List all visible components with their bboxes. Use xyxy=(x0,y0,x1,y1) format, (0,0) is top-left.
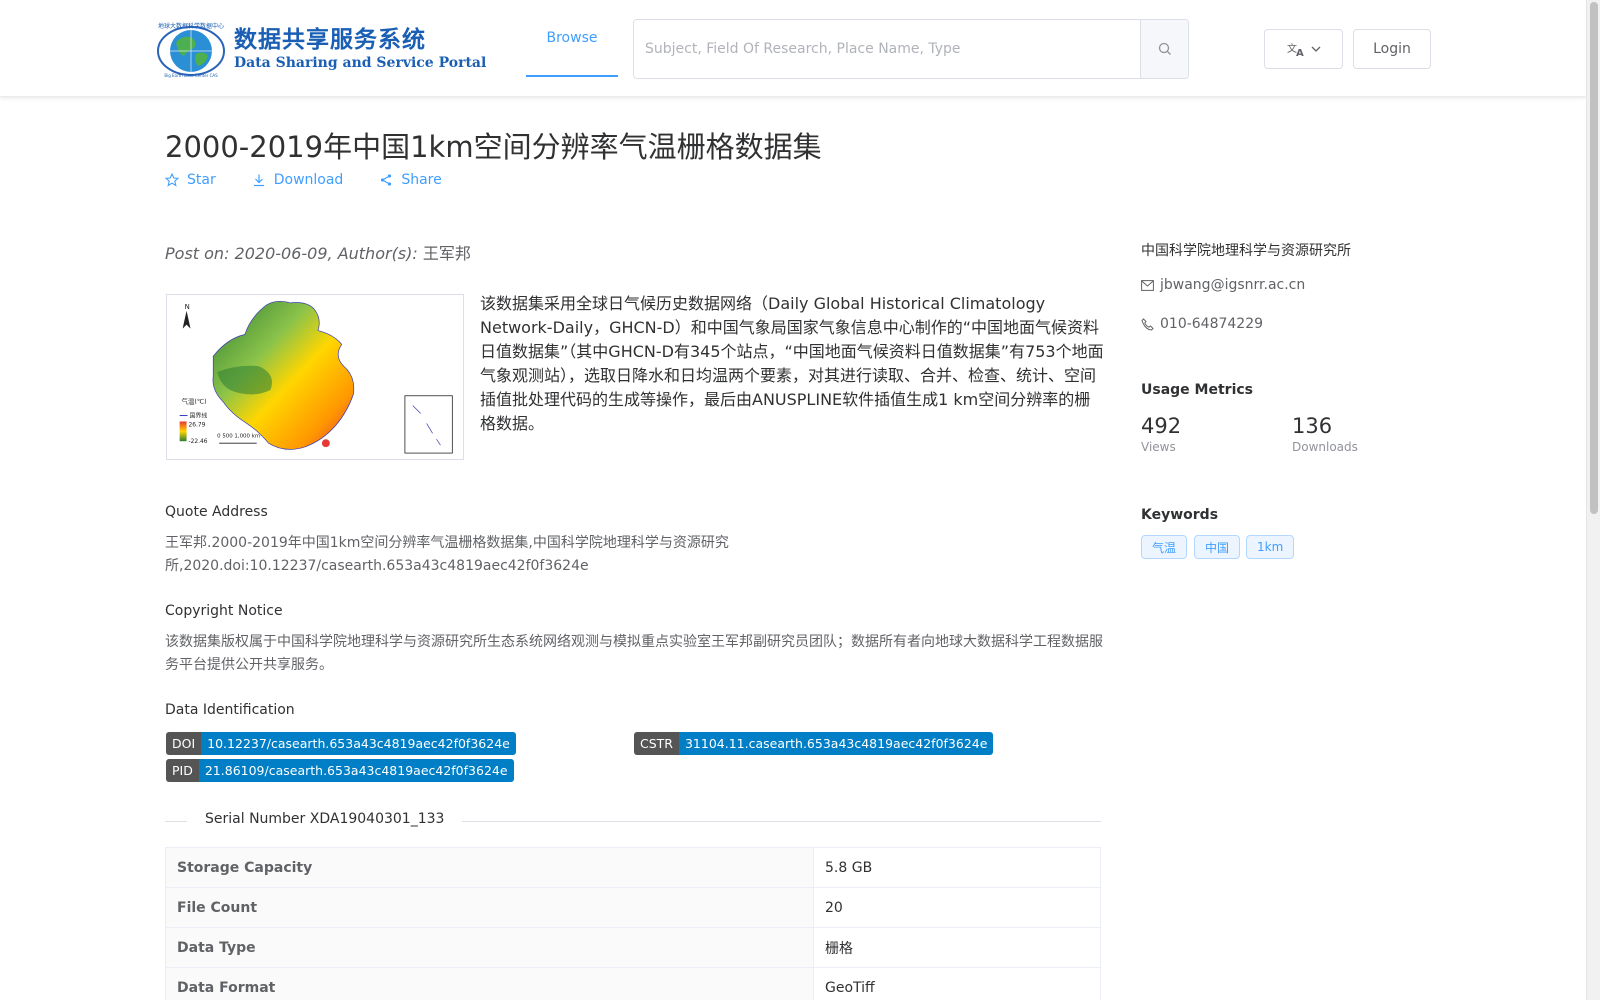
views-metric: 492 Views xyxy=(1141,414,1181,454)
dataset-actions: Star Download Share xyxy=(165,172,442,188)
svg-text:-22.46: -22.46 xyxy=(189,439,208,445)
mail-icon xyxy=(1141,279,1154,291)
cstr-badge-value: 31104.11.casearth.653a43c4819aec42f0f362… xyxy=(678,732,994,755)
logo-title-en: Data Sharing and Service Portal xyxy=(234,55,487,71)
doi-badge[interactable]: DOI 10.12237/casearth.653a43c4819aec42f0… xyxy=(166,732,516,755)
page-scrollbar[interactable] xyxy=(1586,0,1600,1000)
top-header: 地球大数据科学数据中心 Big Earth Data Center CAS 数据… xyxy=(0,0,1586,97)
search-input[interactable] xyxy=(634,20,1140,78)
downloads-metric: 136 Downloads xyxy=(1292,414,1358,454)
quote-address-label: Quote Address xyxy=(165,504,268,520)
metadata-table: Storage Capacity 5.8 GB File Count 20 Da… xyxy=(165,847,1101,1000)
chevron-down-icon xyxy=(1311,46,1320,52)
svg-text:国界线: 国界线 xyxy=(190,412,208,420)
table-row: File Count 20 xyxy=(165,887,1101,928)
keyword-tag[interactable]: 中国 xyxy=(1194,535,1241,559)
downloads-count: 136 xyxy=(1292,414,1333,438)
table-value: GeoTiff xyxy=(813,967,1101,1000)
download-button[interactable]: Download xyxy=(252,172,344,188)
organization-name: 中国科学院地理科学与资源研究所 xyxy=(1141,243,1351,259)
serial-number: Serial Number XDA19040301_133 xyxy=(187,811,463,827)
table-row: Data Type 栅格 xyxy=(165,927,1101,968)
svg-text:Big Earth Data Center CAS: Big Earth Data Center CAS xyxy=(164,73,218,78)
phone-text: 010-64874229 xyxy=(1160,316,1264,332)
email-text: jbwang@igsnrr.ac.cn xyxy=(1160,277,1306,293)
svg-text:A: A xyxy=(1296,48,1304,57)
portal-logo[interactable]: 地球大数据科学数据中心 Big Earth Data Center CAS 数据… xyxy=(152,20,486,78)
table-key: Data Format xyxy=(165,967,814,1000)
views-count: 492 xyxy=(1141,414,1182,438)
language-switch-button[interactable]: 文 A xyxy=(1264,29,1343,69)
share-button[interactable]: Share xyxy=(379,172,442,188)
download-label: Download xyxy=(273,172,344,188)
table-key: Storage Capacity xyxy=(165,847,814,888)
star-icon xyxy=(165,173,179,187)
pid-badge-value: 21.86109/casearth.653a43c4819aec42f0f362… xyxy=(198,759,514,782)
views-label: Views xyxy=(1141,440,1176,454)
svg-text:地球大数据科学数据中心: 地球大数据科学数据中心 xyxy=(158,22,224,30)
pid-badge-key: PID xyxy=(166,759,199,782)
data-identification-label: Data Identification xyxy=(165,702,295,718)
cstr-badge-key: CSTR xyxy=(634,732,679,755)
download-icon xyxy=(253,174,264,187)
svg-text:N: N xyxy=(185,303,190,311)
contact-phone: 010-64874229 xyxy=(1141,316,1263,332)
search-icon xyxy=(1158,42,1171,55)
usage-metrics-title: Usage Metrics xyxy=(1141,382,1253,398)
cstr-badge[interactable]: CSTR 31104.11.casearth.653a43c4819aec42f… xyxy=(634,732,994,755)
search-bar xyxy=(633,19,1189,79)
globe-logo-icon: 地球大数据科学数据中心 Big Earth Data Center CAS xyxy=(157,22,225,78)
star-button[interactable]: Star xyxy=(165,172,216,188)
table-row: Data Format GeoTiff xyxy=(165,967,1101,1000)
login-button[interactable]: Login xyxy=(1353,29,1431,69)
keyword-tag[interactable]: 1km xyxy=(1246,535,1295,559)
logo-title-cn: 数据共享服务系统 xyxy=(234,26,426,53)
share-label: Share xyxy=(401,172,442,188)
author-link[interactable]: 王军邦 xyxy=(423,244,471,263)
post-info: Post on: 2020-06-09, Author(s): 王军邦 xyxy=(165,240,471,264)
search-button[interactable] xyxy=(1140,20,1188,78)
doi-badge-value: 10.12237/casearth.653a43c4819aec42f0f362… xyxy=(201,732,516,755)
quote-address-text: 王军邦.2000-2019年中国1km空间分辨率气温栅格数据集,中国科学院地理科… xyxy=(165,535,729,574)
svg-text:0 500 1,000 km: 0 500 1,000 km xyxy=(217,433,260,439)
scrollbar-thumb[interactable] xyxy=(1590,2,1598,514)
pid-badge[interactable]: PID 21.86109/casearth.653a43c4819aec42f0… xyxy=(166,759,514,782)
svg-text:26.79: 26.79 xyxy=(189,422,206,428)
translate-icon: 文 A xyxy=(1287,42,1304,57)
copyright-text: 该数据集版权属于中国科学院地理科学与资源研究所生态系统网络观测与模拟重点实验室王… xyxy=(165,634,1103,673)
downloads-label: Downloads xyxy=(1292,440,1358,454)
nav-browse-tab[interactable]: Browse xyxy=(526,0,618,77)
copyright-label: Copyright Notice xyxy=(165,603,283,619)
contact-email[interactable]: jbwang@igsnrr.ac.cn xyxy=(1141,277,1305,293)
star-label: Star xyxy=(187,172,216,188)
phone-icon xyxy=(1141,317,1154,331)
table-row: Storage Capacity 5.8 GB xyxy=(165,847,1101,888)
keywords-title: Keywords xyxy=(1141,507,1219,523)
share-icon xyxy=(381,174,392,186)
table-key: Data Type xyxy=(165,927,814,968)
table-value: 5.8 GB xyxy=(813,847,1101,888)
table-value: 栅格 xyxy=(813,927,1101,968)
keyword-tag[interactable]: 气温 xyxy=(1141,535,1188,559)
svg-text:气温(℃): 气温(℃) xyxy=(182,397,207,406)
dataset-description: 该数据集采用全球日气候历史数据网络（Daily Global Historica… xyxy=(480,294,1104,433)
post-date-label: Post on: 2020-06-09, Author(s): xyxy=(165,244,418,263)
table-key: File Count xyxy=(165,887,814,928)
doi-badge-key: DOI xyxy=(166,732,202,755)
table-value: 20 xyxy=(813,887,1101,928)
dataset-title: 2000-2019年中国1km空间分辨率气温栅格数据集 xyxy=(165,130,822,164)
dataset-thumbnail[interactable]: N 气温(℃) 国界线 26.79 -22.46 0 500 1,000 km xyxy=(166,294,464,460)
